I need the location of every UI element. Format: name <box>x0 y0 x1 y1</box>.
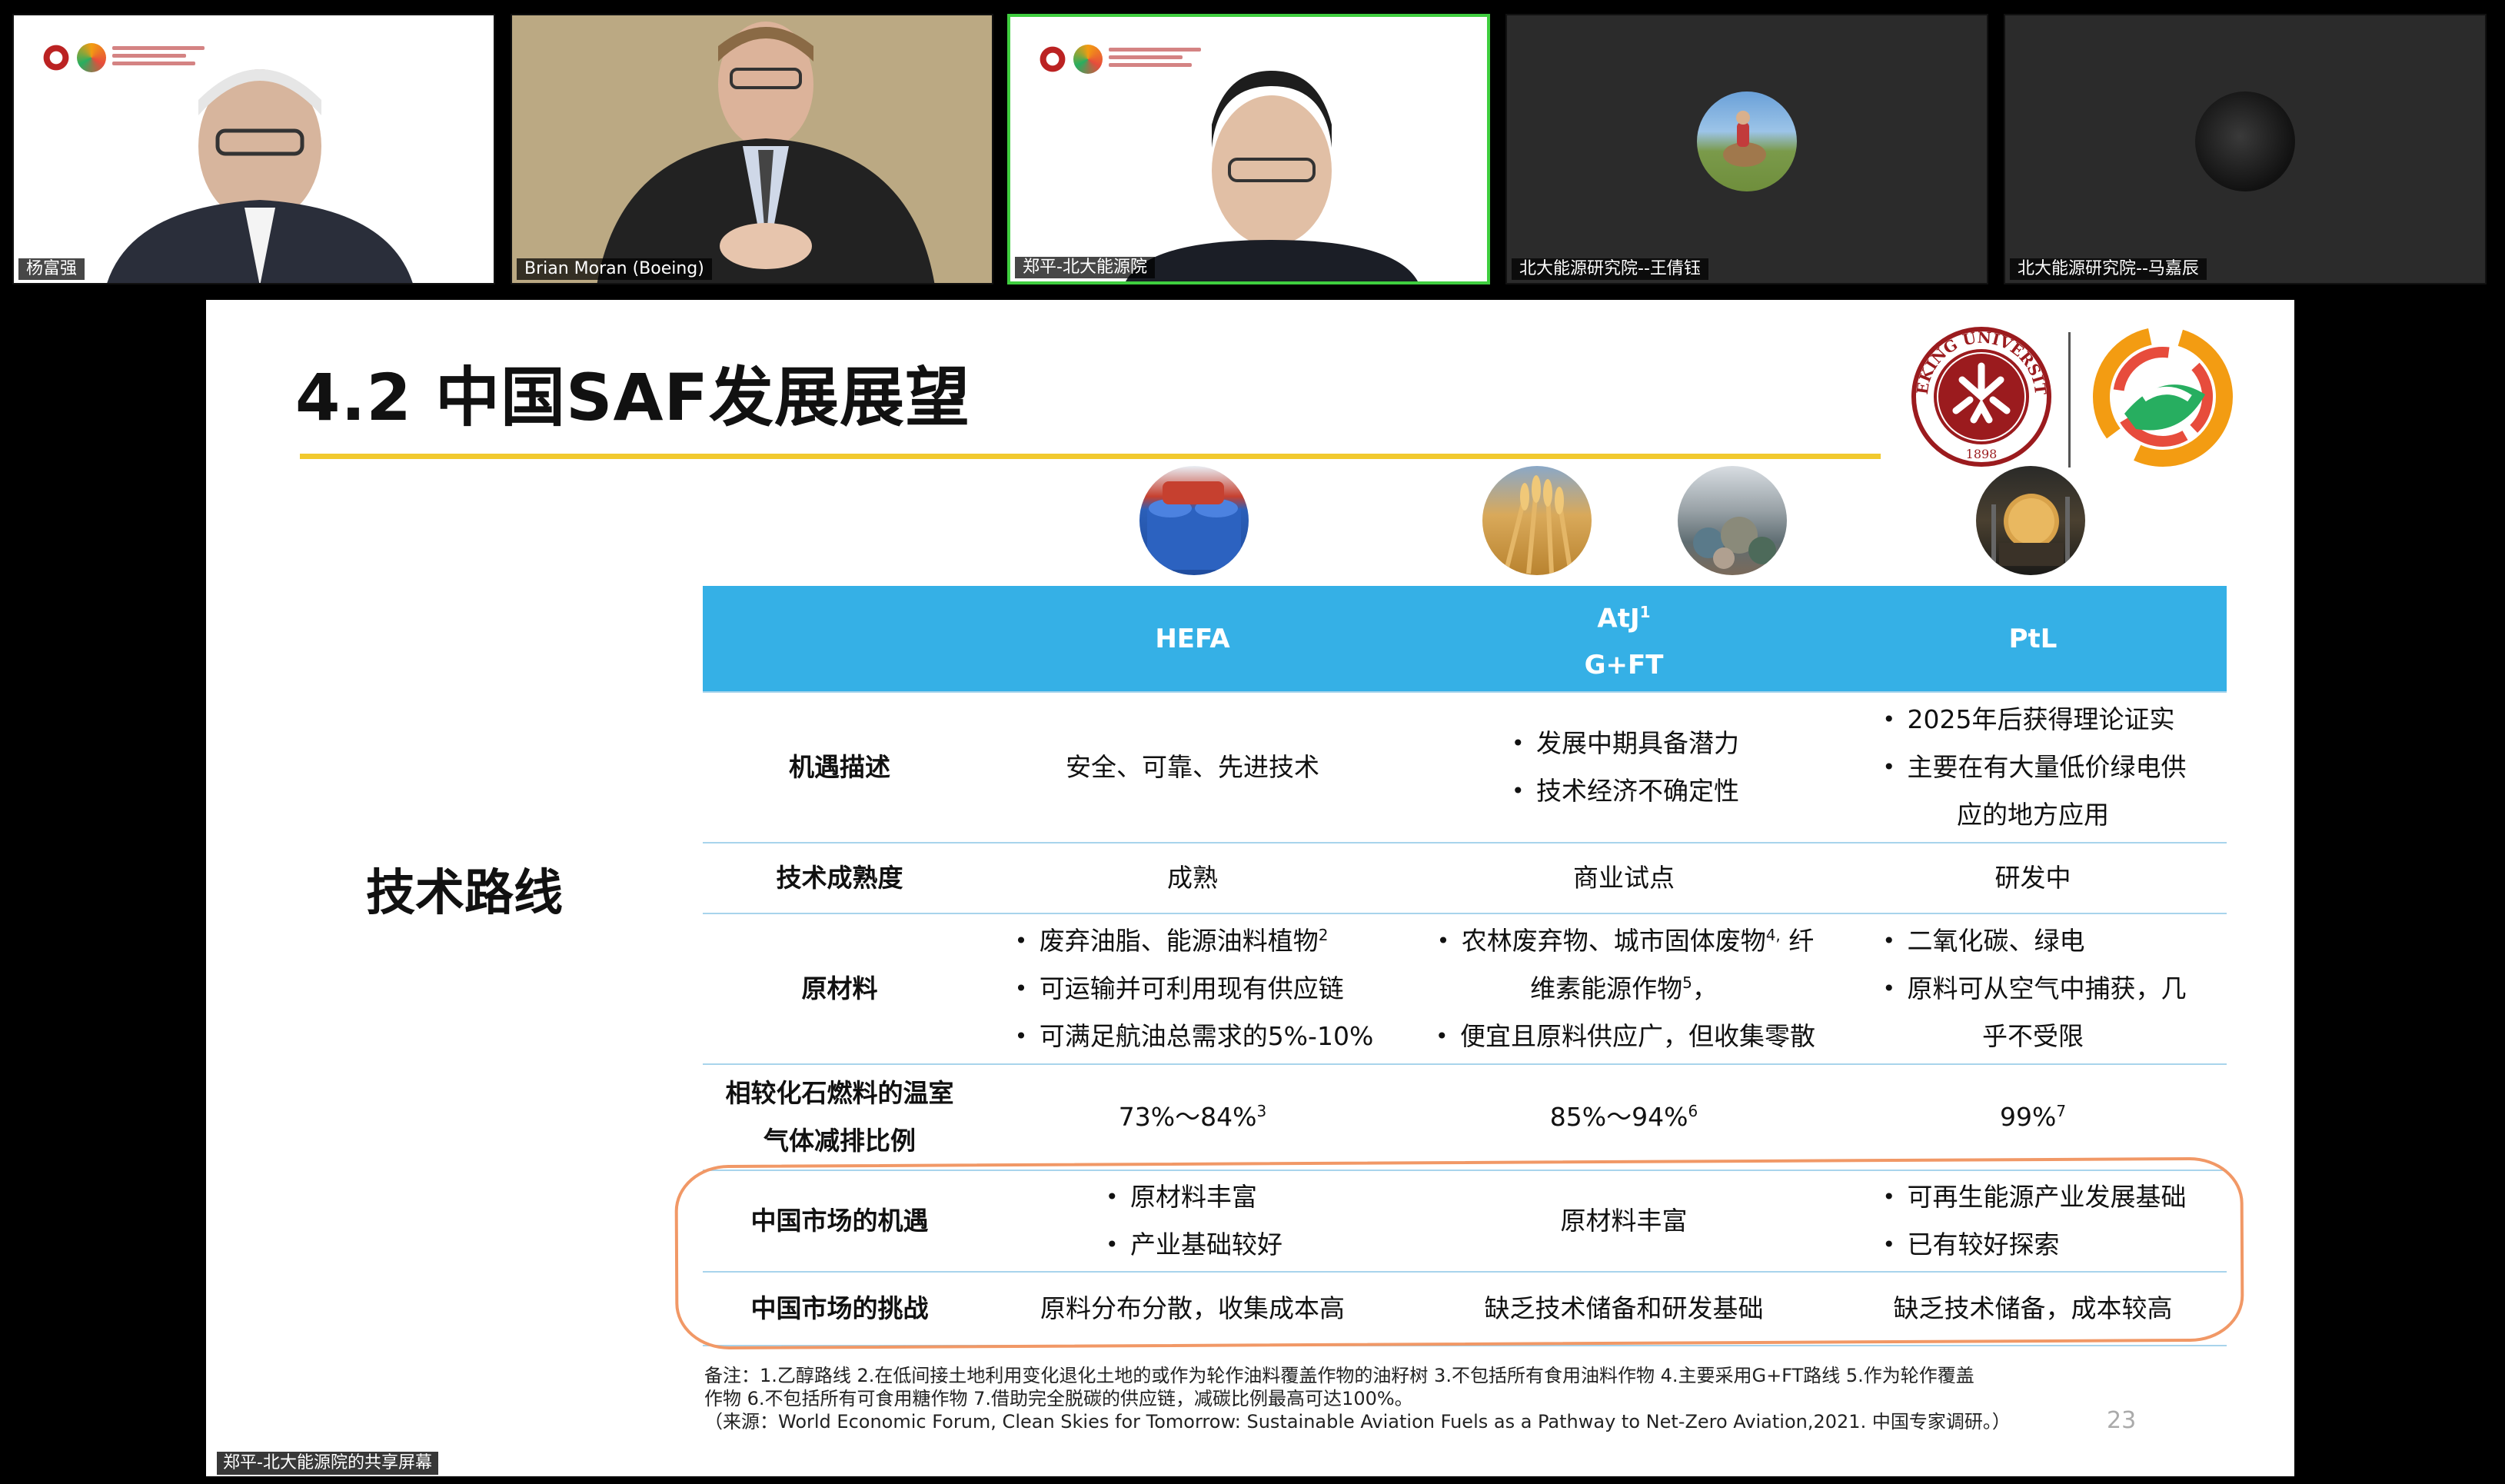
cell-ptl: 99%7 <box>1839 1063 2227 1170</box>
participant-tile-3-active-speaker[interactable]: 郑平-北大能源院 <box>1007 14 1490 284</box>
row-label: 原材料 <box>703 913 976 1064</box>
cell-atj: 原材料丰富 <box>1409 1170 1839 1272</box>
wheat-field-icon <box>1503 475 1573 574</box>
participant-tile-5[interactable]: 北大能源研究院--马嘉辰 <box>2004 14 2487 284</box>
cell-atj: 商业试点 <box>1409 842 1839 913</box>
technology-route-table: HEFA AtJ1 G+FT PtL 机遇描述 安全、可靠、先进技术 发展中期具… <box>703 586 2227 1346</box>
cell-atj: 缺乏技术储备和研发基础 <box>1409 1271 1839 1346</box>
ptl-plant-image <box>1976 466 2085 575</box>
industrial-plant-icon <box>1991 494 2070 566</box>
cell-hefa: 原料分布分散，收集成本高 <box>976 1271 1409 1346</box>
participant-tile-2[interactable]: Brian Moran (Boeing) <box>511 14 993 284</box>
header-atj: AtJ1 G+FT <box>1409 586 1839 692</box>
header-blank <box>703 586 976 692</box>
person-video-icon <box>512 15 992 283</box>
shared-slide: 4.2 中国SAF发展展望 PEKING UNIVERSITY 1898 技术路… <box>206 300 2294 1476</box>
row-label: 机遇描述 <box>703 691 976 843</box>
table-row-feedstock: 原材料 废弃油脂、能源油料植物2 可运输并可利用现有供应链 可满足航油总需求的5… <box>703 913 2227 1064</box>
row-label: 中国市场的挑战 <box>703 1271 976 1346</box>
cell-atj: 农林废弃物、城市固体废物4, 纤 维素能源作物5， 便宜且原料供应广，但收集零散 <box>1409 913 1839 1064</box>
side-label: 技术路线 <box>366 865 563 922</box>
svg-text:1898: 1898 <box>1966 447 1998 461</box>
row-label: 相较化石燃料的温室 气体减排比例 <box>703 1063 976 1170</box>
hefa-barrels-image <box>1139 466 1249 575</box>
title-rule <box>300 454 1881 459</box>
cell-hefa: 成熟 <box>976 842 1409 913</box>
cell-hefa: 73%～84%3 <box>976 1063 1409 1170</box>
participant-name: 北大能源研究院--王倩钰 <box>1512 258 1708 280</box>
cell-atj: 发展中期具备潜力 技术经济不确定性 <box>1409 691 1839 843</box>
participant-name: 北大能源研究院--马嘉辰 <box>2010 258 2207 280</box>
horse-rider-photo-icon <box>1723 111 1766 167</box>
slide-footnote: 备注：1.乙醇路线 2.在低间接土地利用变化退化土地的或作为轮作油料覆盖作物的油… <box>704 1365 2011 1432</box>
participant-name: 郑平-北大能源院 <box>1015 257 1155 278</box>
header-ptl: PtL <box>1839 586 2227 692</box>
person-video-icon <box>107 69 413 283</box>
row-label: 中国市场的机遇 <box>703 1170 976 1272</box>
row-label: 技术成熟度 <box>703 842 976 913</box>
logo-divider <box>2068 332 2071 467</box>
oil-barrel-icon <box>1147 481 1241 570</box>
municipal-waste-icon <box>1693 517 1776 569</box>
table-row-ghg-reduction: 相较化石燃料的温室 气体减排比例 73%～84%3 85%～94%6 99%7 <box>703 1063 2227 1170</box>
cell-ptl: 缺乏技术储备，成本较高 <box>1839 1271 2227 1346</box>
cell-ptl: 2025年后获得理论证实 主要在有大量低价绿电供 应的地方应用 <box>1839 691 2227 843</box>
atj-waste-image <box>1678 466 1787 575</box>
table-row-opportunity: 机遇描述 安全、可靠、先进技术 发展中期具备潜力 技术经济不确定性 2025年后… <box>703 691 2227 843</box>
cell-ptl: 二氧化碳、绿电 原料可从空气中捕获，几 乎不受限 <box>1839 913 2227 1064</box>
header-hefa: HEFA <box>976 586 1409 692</box>
atj-wheat-image <box>1482 466 1592 575</box>
cell-hefa: 安全、可靠、先进技术 <box>976 691 1409 843</box>
profile-photo-avatar <box>2195 92 2295 191</box>
cell-hefa: 废弃油脂、能源油料植物2 可运输并可利用现有供应链 可满足航油总需求的5%-10… <box>976 913 1409 1064</box>
cell-ptl: 可再生能源产业发展基础 已有较好探索 <box>1839 1170 2227 1272</box>
participant-tile-4[interactable]: 北大能源研究院--王倩钰 <box>1505 14 1988 284</box>
cell-atj: 85%～94%6 <box>1409 1063 1839 1170</box>
table-row-china-challenge: 中国市场的挑战 原料分布分散，收集成本高 缺乏技术储备和研发基础 缺乏技术储备，… <box>703 1271 2227 1346</box>
peking-university-seal-icon: PEKING UNIVERSITY 1898 <box>1908 320 2051 467</box>
screen-share-label: 郑平-北大能源院的共享屏幕 <box>217 1452 438 1475</box>
participant-name: 杨富强 <box>18 258 85 280</box>
participant-name: Brian Moran (Boeing) <box>517 258 712 280</box>
table-row-maturity: 技术成熟度 成熟 商业试点 研发中 <box>703 842 2227 913</box>
participant-tile-1[interactable]: 杨富强 <box>12 14 495 284</box>
cell-hefa: 原材料丰富 产业基础较好 <box>976 1170 1409 1272</box>
slide-title: 4.2 中国SAF发展展望 <box>295 360 970 435</box>
cell-ptl: 研发中 <box>1839 842 2227 913</box>
profile-photo-avatar <box>1697 92 1797 191</box>
energy-institute-logo-icon <box>2093 327 2233 467</box>
logos: PEKING UNIVERSITY 1898 <box>1908 315 2247 469</box>
page-number: 23 <box>2107 1407 2137 1434</box>
person-video-icon <box>1126 71 1418 281</box>
table-header-row: HEFA AtJ1 G+FT PtL <box>703 586 2227 692</box>
table-row-china-opportunity: 中国市场的机遇 原材料丰富 产业基础较好 原材料丰富 可再生能源产业发展基础 已… <box>703 1170 2227 1272</box>
